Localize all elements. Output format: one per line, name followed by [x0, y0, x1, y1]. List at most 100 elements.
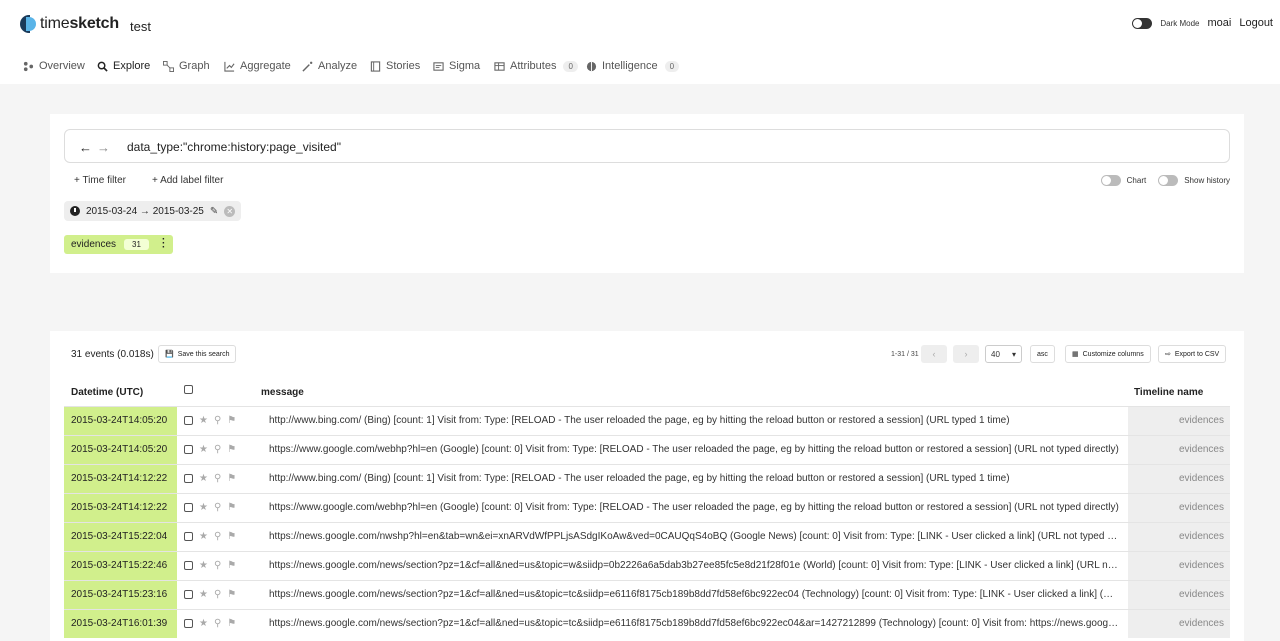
search-icon[interactable]: ⚲ — [214, 444, 221, 455]
table-row[interactable]: 2015-03-24T15:23:16 ★ ⚲ ⚑ https://news.googl… — [64, 580, 1230, 609]
tab-analyze[interactable]: Analyze — [302, 60, 357, 72]
row-checkbox[interactable] — [184, 445, 193, 454]
search-icon[interactable]: ⚲ — [214, 502, 221, 513]
event-timeline-name: evidences — [1128, 465, 1230, 493]
date-range-chip[interactable]: 2015-03-24 → 2015-03-25 ✎ ✕ — [64, 201, 242, 221]
table-row[interactable]: 2015-03-24T14:05:20 ★ ⚲ ⚑ http://www.bing.co… — [64, 406, 1230, 435]
table-row[interactable]: 2015-03-24T14:12:22 ★ ⚲ ⚑ http://www.bing.co… — [64, 464, 1230, 493]
tag-icon[interactable]: ⚑ — [227, 502, 236, 513]
save-search-button[interactable]: 💾 Save this search — [158, 345, 237, 363]
table-row[interactable]: 2015-03-24T15:22:04 ★ ⚲ ⚑ https://news.googl… — [64, 522, 1230, 551]
column-message[interactable]: message — [261, 387, 304, 398]
tag-icon[interactable]: ⚑ — [227, 531, 236, 542]
star-icon[interactable]: ★ — [199, 444, 208, 455]
row-checkbox[interactable] — [184, 474, 193, 483]
event-message[interactable]: https://news.google.com/news/section?pz=… — [269, 552, 1119, 580]
time-filter-button[interactable]: + Time filter — [74, 175, 126, 186]
tab-intelligence[interactable]: Intelligence 0 — [586, 60, 680, 72]
search-input[interactable]: ← → data_type:"chrome:history:page_visit… — [64, 129, 1230, 163]
search-icon[interactable]: ⚲ — [214, 531, 221, 542]
arrow-right-icon[interactable]: → — [97, 140, 110, 155]
tag-icon[interactable]: ⚑ — [227, 618, 236, 629]
tab-sigma[interactable]: Sigma — [433, 60, 480, 72]
event-datetime[interactable]: 2015-03-24T15:22:46 — [64, 552, 177, 580]
tag-icon[interactable]: ⚑ — [227, 473, 236, 484]
export-csv-label: Export to CSV — [1174, 350, 1220, 358]
next-page-button[interactable]: › — [953, 345, 979, 363]
star-icon[interactable]: ★ — [199, 415, 208, 426]
tab-stories-label: Stories — [386, 60, 421, 72]
search-icon[interactable]: ⚲ — [214, 618, 221, 629]
customize-columns-button[interactable]: ▦ Customize columns — [1065, 345, 1151, 363]
tag-icon[interactable]: ⚑ — [227, 415, 236, 426]
page-size-select[interactable]: 40 ▾ — [985, 345, 1022, 363]
show-history-toggle[interactable] — [1158, 175, 1179, 186]
tag-icon[interactable]: ⚑ — [227, 589, 236, 600]
event-datetime[interactable]: 2015-03-24T15:22:04 — [64, 523, 177, 551]
table-row[interactable]: 2015-03-24T14:05:20 ★ ⚲ ⚑ https://www.google… — [64, 435, 1230, 464]
row-checkbox[interactable] — [184, 503, 193, 512]
table-row[interactable]: 2015-03-24T15:22:46 ★ ⚲ ⚑ https://news.googl… — [64, 551, 1230, 580]
tab-overview[interactable]: Overview — [23, 60, 85, 72]
search-icon[interactable]: ⚲ — [214, 560, 221, 571]
export-csv-button[interactable]: ⇨ Export to CSV — [1158, 345, 1227, 363]
timeline-chip[interactable]: evidences 31 · · · — [64, 235, 173, 254]
column-timeline-name[interactable]: Timeline name — [1134, 387, 1203, 398]
star-icon[interactable]: ★ — [199, 560, 208, 571]
event-message[interactable]: https://www.google.com/webhp?hl=en (Goog… — [269, 494, 1119, 522]
event-message[interactable]: https://news.google.com/nwshp?hl=en&tab=… — [269, 523, 1119, 551]
event-datetime[interactable]: 2015-03-24T14:12:22 — [64, 465, 177, 493]
event-message[interactable]: https://www.google.com/webhp?hl=en (Goog… — [269, 436, 1119, 464]
event-message[interactable]: http://www.bing.com/ (Bing) [count: 1] V… — [269, 407, 1119, 435]
event-datetime[interactable]: 2015-03-24T15:23:16 — [64, 581, 177, 609]
tag-icon[interactable]: ⚑ — [227, 560, 236, 571]
event-datetime[interactable]: 2015-03-24T14:05:20 — [64, 407, 177, 435]
event-message[interactable]: https://news.google.com/news/section?pz=… — [269, 610, 1119, 638]
search-icon[interactable]: ⚲ — [214, 589, 221, 600]
event-message[interactable]: https://news.google.com/news/section?pz=… — [269, 581, 1119, 609]
star-icon[interactable]: ★ — [199, 589, 208, 600]
row-checkbox[interactable] — [184, 590, 193, 599]
chart-toggle[interactable] — [1100, 175, 1121, 186]
star-icon[interactable]: ★ — [199, 531, 208, 542]
star-icon[interactable]: ★ — [199, 502, 208, 513]
sort-order-button[interactable]: asc — [1030, 345, 1055, 363]
row-checkbox[interactable] — [184, 532, 193, 541]
select-all-checkbox[interactable] — [184, 385, 193, 394]
event-datetime[interactable]: 2015-03-24T14:12:22 — [64, 494, 177, 522]
tab-explore[interactable]: Explore — [97, 60, 150, 72]
tab-graph[interactable]: Graph — [163, 60, 210, 72]
table-row[interactable]: 2015-03-24T16:01:39 ★ ⚲ ⚑ https://news.googl… — [64, 609, 1230, 638]
prev-page-button[interactable]: ‹ — [921, 345, 947, 363]
arrow-left-icon[interactable]: ← — [79, 140, 92, 155]
tab-attributes[interactable]: Attributes 0 — [494, 60, 578, 72]
event-message[interactable]: http://www.bing.com/ (Bing) [count: 1] V… — [269, 465, 1119, 493]
row-checkbox[interactable] — [184, 561, 193, 570]
kebab-menu-icon[interactable]: · · · — [162, 235, 166, 253]
edit-icon[interactable]: ✎ — [210, 206, 218, 217]
columns-icon: ▦ — [1072, 351, 1079, 358]
event-datetime[interactable]: 2015-03-24T14:05:20 — [64, 436, 177, 464]
search-panel: ← → data_type:"chrome:history:page_visit… — [50, 114, 1244, 273]
tab-aggregate[interactable]: Aggregate — [224, 60, 291, 72]
date-range-text: 2015-03-24 → 2015-03-25 — [86, 205, 204, 217]
tag-icon[interactable]: ⚑ — [227, 444, 236, 455]
column-datetime[interactable]: Datetime (UTC) — [71, 387, 143, 398]
tab-stories[interactable]: Stories — [370, 60, 420, 72]
star-icon[interactable]: ★ — [199, 473, 208, 484]
dark-mode-toggle[interactable] — [1132, 17, 1153, 29]
timesketch-logo[interactable]: timesketch — [20, 15, 119, 33]
search-icon[interactable]: ⚲ — [214, 415, 221, 426]
add-label-filter-button[interactable]: + Add label filter — [152, 175, 223, 186]
logout-link[interactable]: Logout — [1239, 17, 1273, 29]
event-datetime[interactable]: 2015-03-24T16:01:39 — [64, 610, 177, 638]
search-query[interactable]: data_type:"chrome:history:page_visited" — [127, 140, 341, 154]
table-row[interactable]: 2015-03-24T14:12:22 ★ ⚲ ⚑ https://www.google… — [64, 493, 1230, 522]
row-checkbox[interactable] — [184, 619, 193, 628]
tab-aggregate-label: Aggregate — [240, 60, 291, 72]
search-icon[interactable]: ⚲ — [214, 473, 221, 484]
close-icon[interactable]: ✕ — [224, 205, 236, 217]
row-checkbox[interactable] — [184, 416, 193, 425]
sketch-name[interactable]: test — [130, 19, 151, 34]
star-icon[interactable]: ★ — [199, 618, 208, 629]
